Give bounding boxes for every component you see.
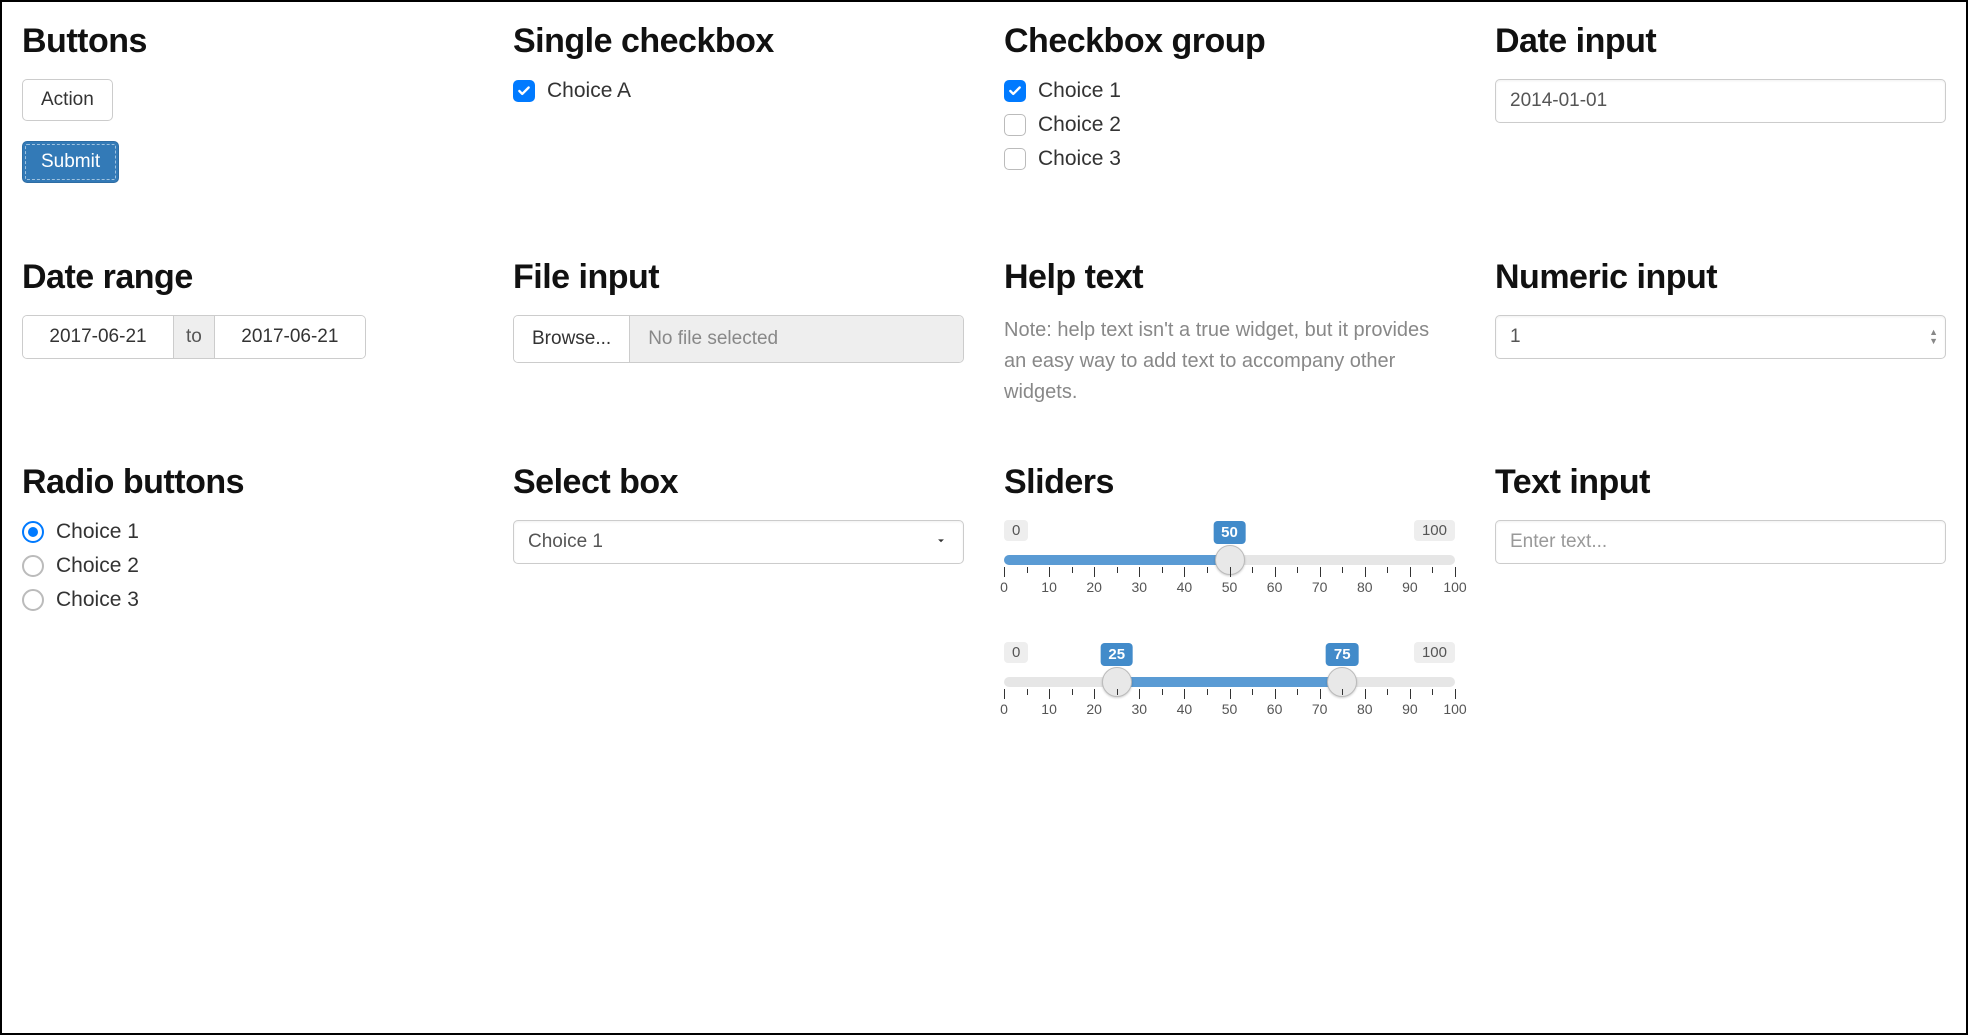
help-text-title: Help text [1004,258,1455,297]
checkbox-group-label: Choice 2 [1038,113,1121,137]
radio-item-2[interactable] [22,555,44,577]
help-text-section: Help text Note: help text isn't a true w… [1004,258,1455,408]
slider-tick-label: 80 [1357,579,1373,595]
file-browse-button[interactable]: Browse... [514,316,630,362]
slider2-low-label: 25 [1100,643,1133,666]
slider-tick-label: 60 [1267,701,1283,717]
slider-tick-label: 0 [1000,579,1008,595]
slider-tick-label: 60 [1267,579,1283,595]
single-checkbox-section: Single checkbox Choice A [513,22,964,203]
select-box-section: Select box [513,463,964,764]
select-box-control[interactable] [513,520,964,564]
numeric-input-title: Numeric input [1495,258,1946,297]
slider-tick-label: 30 [1132,701,1148,717]
file-selected-label: No file selected [630,316,963,362]
checkbox-group-title: Checkbox group [1004,22,1455,61]
slider-tick-label: 90 [1402,579,1418,595]
file-input-title: File input [513,258,964,297]
submit-button[interactable]: Submit [22,141,119,183]
slider-tick-label: 70 [1312,579,1328,595]
text-input-field[interactable] [1495,520,1946,564]
slider-tick-label: 70 [1312,701,1328,717]
slider-tick-label: 100 [1443,701,1466,717]
date-input-field[interactable] [1495,79,1946,123]
radio-buttons-title: Radio buttons [22,463,473,502]
slider-tick-label: 0 [1000,701,1008,717]
checkbox-group-section: Checkbox group Choice 1 Choice 2 Choice 3 [1004,22,1455,203]
checkbox-group-label: Choice 3 [1038,147,1121,171]
numeric-input-section: Numeric input ▲▼ [1495,258,1946,408]
date-range-section: Date range to [22,258,473,408]
numeric-spinner-icon[interactable]: ▲▼ [1929,328,1938,346]
text-input-title: Text input [1495,463,1946,502]
radio-label: Choice 2 [56,554,139,578]
radio-item-1[interactable] [22,521,44,543]
date-range-end[interactable] [215,316,365,358]
date-range-control: to [22,315,366,359]
slider-tick-label: 30 [1132,579,1148,595]
slider-tick-label: 100 [1443,579,1466,595]
slider1-track[interactable]: 50 [1004,555,1455,565]
slider-tick-label: 80 [1357,701,1373,717]
numeric-input-field[interactable] [1495,315,1946,359]
checkbox-group-item-3[interactable] [1004,148,1026,170]
date-range-start[interactable] [23,316,173,358]
radio-buttons-section: Radio buttons Choice 1 Choice 2 Choice 3 [22,463,473,764]
slider2-min: 0 [1004,642,1028,663]
help-text-body: Note: help text isn't a true widget, but… [1004,315,1455,408]
slider2-high-label: 75 [1326,643,1359,666]
slider-tick-label: 40 [1177,579,1193,595]
slider-range: 0 100 25 75 0102030405060708090100 [1004,642,1455,719]
buttons-title: Buttons [22,22,473,61]
radio-item-3[interactable] [22,589,44,611]
slider-tick-label: 20 [1086,579,1102,595]
date-range-title: Date range [22,258,473,297]
slider-tick-label: 40 [1177,701,1193,717]
checkbox-group-label: Choice 1 [1038,79,1121,103]
slider-tick-label: 50 [1222,701,1238,717]
sliders-section: Sliders 0 100 50 0102030405060708090100 … [1004,463,1455,764]
slider-single: 0 100 50 0102030405060708090100 [1004,520,1455,597]
slider-tick-label: 10 [1041,701,1057,717]
single-checkbox-label: Choice A [547,79,631,103]
slider2-track[interactable]: 25 75 [1004,677,1455,687]
date-input-title: Date input [1495,22,1946,61]
single-checkbox-title: Single checkbox [513,22,964,61]
slider-tick-label: 10 [1041,579,1057,595]
sliders-title: Sliders [1004,463,1455,502]
slider1-value-label: 50 [1213,521,1246,544]
radio-label: Choice 1 [56,520,139,544]
action-button[interactable]: Action [22,79,113,121]
slider-tick-label: 20 [1086,701,1102,717]
file-input-section: File input Browse... No file selected [513,258,964,408]
checkbox-group-item-2[interactable] [1004,114,1026,136]
slider-tick-label: 90 [1402,701,1418,717]
date-input-section: Date input [1495,22,1946,203]
buttons-section: Buttons Action Submit [22,22,473,203]
slider1-max: 100 [1414,520,1455,541]
checkbox-group-item-1[interactable] [1004,80,1026,102]
text-input-section: Text input [1495,463,1946,764]
select-box-title: Select box [513,463,964,502]
slider-tick-label: 50 [1222,579,1238,595]
slider2-max: 100 [1414,642,1455,663]
date-range-separator: to [173,316,215,358]
single-checkbox-input[interactable] [513,80,535,102]
slider1-min: 0 [1004,520,1028,541]
file-input-control: Browse... No file selected [513,315,964,363]
radio-label: Choice 3 [56,588,139,612]
